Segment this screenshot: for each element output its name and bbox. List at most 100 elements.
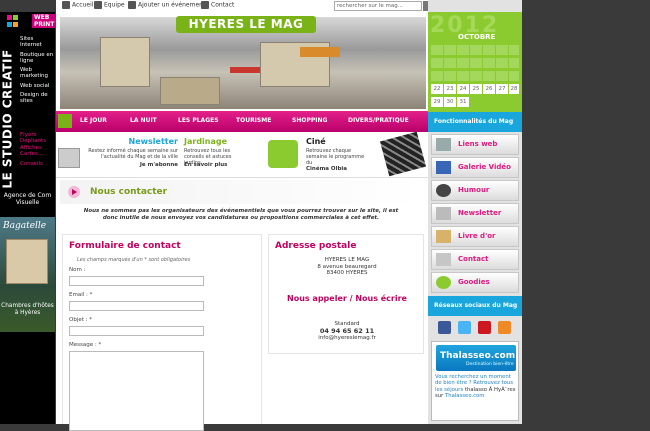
top-bar: Accueil Equipe Ajouter un événement Cont… [56,0,430,13]
calendar-day[interactable]: 24 [457,84,469,94]
video-gallery-button[interactable]: Galerie Vidéo [431,157,519,178]
left-ad-column: WEB PRINT LE STUDIO CREATIF Sites Intern… [0,12,57,424]
form-title: Formulaire de contact [69,241,181,251]
bagatelle-ad[interactable]: Bagatelle Chambres d'hôtes à Hyères [0,217,55,332]
site-logo[interactable]: HYERES LE MAG [176,16,316,33]
search-input[interactable]: rechercher sur le mag... [334,1,422,11]
calendar-day[interactable]: 28 [509,84,519,94]
service-item: Conseils [20,161,43,168]
home-icon[interactable] [58,114,72,128]
form-note: Les champs marqués d'un * sont obligatoi… [77,257,191,263]
right-column: 2012 OCTOBRE 22 23 24 25 26 27 28 29 30 … [428,0,522,424]
calendar-day[interactable]: 31 [457,97,469,107]
home-icon [62,1,70,9]
calendar-day [457,58,469,68]
contact-button[interactable]: Contact [431,249,519,270]
contact-header: Nous contacter [60,180,424,204]
calendar-day[interactable]: 22 [431,84,443,94]
promo-title: Ciné [306,137,326,146]
newsletter-icon [58,148,80,168]
film-icon [436,161,451,174]
studio-creatif-ad[interactable]: WEB PRINT LE STUDIO CREATIF Sites Intern… [0,12,57,212]
page-background-right [522,0,650,424]
calendar-day [457,71,469,81]
humour-button[interactable]: Humour [431,180,519,201]
address-title: Adresse postale [275,241,357,251]
chain-link-icon [436,138,451,151]
rss-icon[interactable] [498,321,511,334]
nav-divers[interactable]: DIVERS/PRATIQUE [348,117,409,124]
promo-link[interactable]: En savoir plus [184,162,227,168]
promo-title: Newsletter [128,137,178,146]
email-field[interactable] [69,301,204,311]
calendar-day [483,58,495,68]
goodies-button[interactable]: Goodies [431,272,519,293]
email-address[interactable]: info@hyereslemag.fr [269,335,425,342]
play-icon [68,186,80,198]
main-content: Nous contacter Nous ne sommes pas les or… [56,178,428,431]
calendar-day[interactable]: 27 [496,84,508,94]
guestbook-button[interactable]: Livre d'or [431,226,519,247]
thalasseo-name: Thalasseo.com [440,351,516,361]
phone-number[interactable]: 04 94 65 62 11 [269,328,425,335]
newsletter-button[interactable]: Newsletter [431,203,519,224]
calendar-day [444,71,456,81]
brand-vertical: LE STUDIO CREATIF [1,42,18,192]
calendar-day[interactable]: 29 [431,97,443,107]
facebook-icon[interactable] [438,321,451,334]
service-item: Boutique en ligne [20,51,54,64]
service-item: Dépliants [20,138,47,145]
thalasseo-ad[interactable]: Thalasseo.com Destination bien-être Vous… [431,341,519,421]
service-item: Design de sites [20,92,48,105]
nav-les-plages[interactable]: LES PLAGES [178,117,219,124]
top-link-label: Contact [211,1,235,9]
address-panel: Adresse postale HYERES LE MAG 8 avenue b… [268,234,424,354]
calendar-day[interactable]: 23 [444,84,456,94]
address-lines: HYERES LE MAG 8 avenue beauregard 83400 … [269,257,425,277]
button-label: Livre d'or [458,232,496,240]
top-link-label: Equipe [104,1,125,9]
twitter-icon[interactable] [458,321,471,334]
top-link-contact[interactable]: Contact [201,1,234,9]
calendar-day [496,71,508,81]
top-link-label: Accueil [72,1,94,9]
nav-tourisme[interactable]: TOURISME [236,117,271,124]
thalasseo-logo: Thalasseo.com Destination bien-être [436,345,516,371]
youtube-icon[interactable] [478,321,491,334]
name-field[interactable] [69,276,204,286]
subject-field[interactable] [69,326,204,336]
calendar-day[interactable]: 26 [483,84,495,94]
web-squares [6,15,20,29]
nav-shopping[interactable]: SHOPPING [292,117,327,124]
call-title: Nous appeler / Nous écrire [287,294,407,303]
contact-form: Formulaire de contact Les champs marqués… [62,234,262,431]
promo-bar: Newsletter Restez informé chaque semaine… [56,131,428,178]
bagatelle-caption: Chambres d'hôtes à Hyères [1,303,54,316]
top-link-accueil[interactable]: Accueil [62,1,93,9]
mask-icon [436,184,451,197]
mail-icon [201,1,209,9]
nav-le-jour[interactable]: LE JOUR [80,117,107,124]
thalasseo-link[interactable]: Thalasseo.com [445,393,484,399]
thalasseo-tagline: Destination bien-être [466,362,514,367]
calendar-day[interactable]: 30 [444,97,456,107]
promo-link[interactable]: Cinéma Olbia [306,166,347,172]
promo-link[interactable]: Je m'abonne [140,162,178,168]
promo-cine[interactable]: Ciné Retrouvez chaque semaine le program… [304,131,427,177]
top-link-ajouter[interactable]: Ajouter un événement [128,1,205,9]
calendar-day[interactable]: 25 [470,84,482,94]
calendar-day [509,45,519,55]
promo-jardinage[interactable]: Jardinage Retrouvez tous les conseils et… [182,134,302,176]
book-icon [436,230,451,243]
promo-newsletter[interactable]: Newsletter Restez informé chaque semaine… [58,134,180,176]
top-link-equipe[interactable]: Equipe [94,1,125,9]
nav-la-nuit[interactable]: LA NUIT [130,117,157,124]
calendar-day [496,58,508,68]
functionalities-title: Fonctionnalités du Mag [428,112,522,132]
film-reel-icon [379,131,427,177]
links-web-button[interactable]: Liens web [431,134,519,155]
main-nav: LE JOUR LA NUIT LES PLAGES TOURISME SHOP… [56,111,428,132]
newspaper-icon [436,207,451,220]
message-field[interactable] [69,351,204,431]
page-title: Nous contacter [90,187,168,197]
